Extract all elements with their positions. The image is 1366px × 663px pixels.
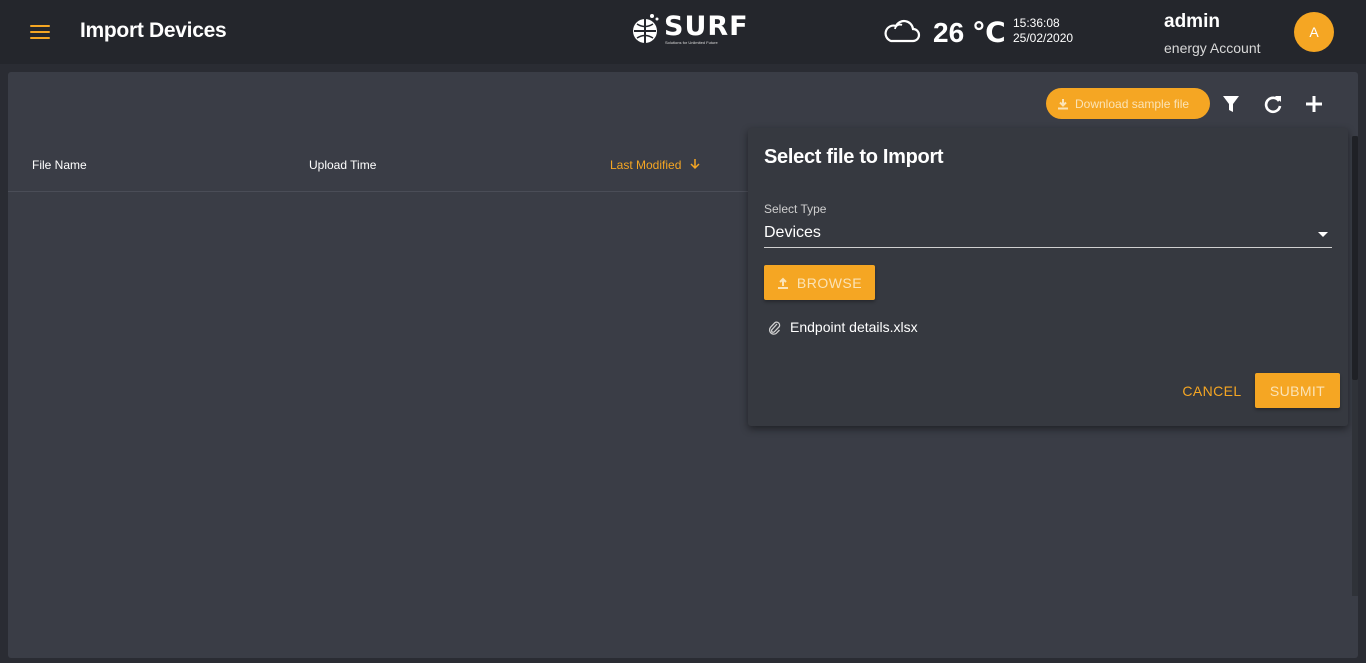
import-panel: Select file to Import Select Type Device…	[748, 128, 1348, 426]
current-time: 15:36:08	[1013, 16, 1060, 30]
avatar[interactable]: A	[1294, 12, 1334, 52]
download-icon	[1058, 98, 1068, 109]
selected-file-name: Endpoint details.xlsx	[790, 319, 918, 335]
select-type-label: Select Type	[764, 202, 827, 216]
refresh-icon[interactable]	[1262, 93, 1284, 115]
browse-label: BROWSE	[796, 274, 863, 291]
current-date: 25/02/2020	[1013, 31, 1074, 45]
app-header: Import Devices SURF Solutions for Unlimi…	[0, 0, 1366, 64]
filter-icon[interactable]	[1220, 93, 1242, 115]
logo-text: SURF	[664, 11, 749, 42]
cancel-button[interactable]: CANCEL	[1176, 374, 1248, 408]
select-type-dropdown[interactable]: Devices	[764, 220, 1332, 248]
submit-button[interactable]: SUBMIT	[1255, 373, 1340, 408]
surf-logo: SURF Solutions for Unlimited Future	[628, 10, 748, 50]
panel-title: Select file to Import	[764, 146, 944, 168]
dropdown-arrow-icon	[1318, 232, 1328, 237]
download-sample-button[interactable]: Download sample file	[1046, 88, 1210, 119]
logo-tagline: Solutions for Unlimited Future	[665, 40, 718, 45]
column-header-upload-time[interactable]: Upload Time	[309, 158, 376, 172]
browse-button[interactable]: BROWSE	[764, 265, 875, 300]
table-divider	[8, 191, 748, 192]
select-type-value: Devices	[764, 224, 821, 241]
temperature: 26 ℃	[933, 17, 1006, 48]
globe-logo-icon	[633, 14, 659, 43]
sort-descending-icon	[690, 159, 700, 170]
attachment-icon	[768, 321, 781, 335]
menu-icon[interactable]	[30, 25, 50, 39]
page-title: Import Devices	[80, 19, 227, 42]
user-name: admin	[1164, 11, 1220, 32]
column-header-last-modified[interactable]: Last Modified	[610, 158, 701, 172]
add-icon[interactable]	[1303, 93, 1325, 115]
upload-icon	[777, 277, 788, 289]
cloud-icon	[884, 19, 921, 43]
download-sample-label: Download sample file	[1075, 96, 1190, 111]
scrollbar-thumb[interactable]	[1352, 136, 1358, 380]
column-header-file-name[interactable]: File Name	[32, 158, 87, 172]
column-header-last-modified-label: Last Modified	[610, 158, 682, 172]
account-name: energy Account	[1164, 40, 1261, 56]
